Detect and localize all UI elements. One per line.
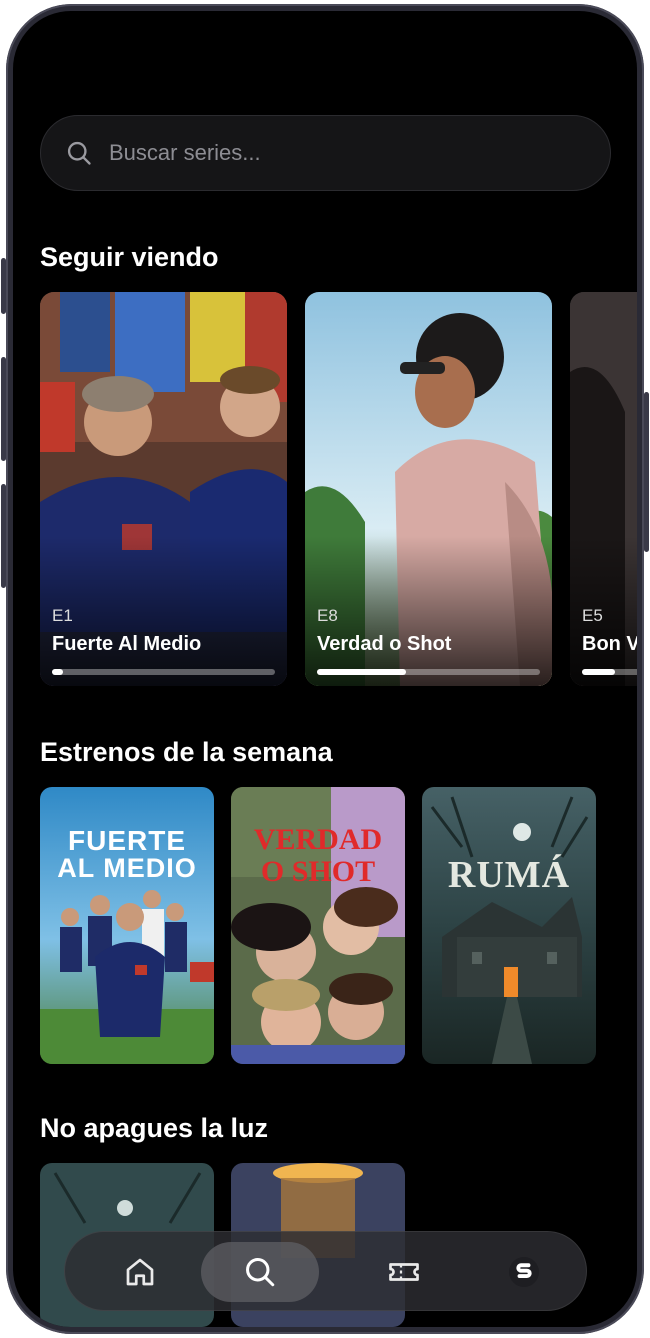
power-button — [644, 392, 649, 552]
ticket-icon — [389, 1263, 419, 1281]
poster-card[interactable]: VERDAD O SHOT — [231, 787, 405, 1064]
card-gradient — [40, 536, 287, 686]
progress-fill — [582, 669, 616, 675]
nav-search[interactable] — [201, 1242, 319, 1302]
card-gradient — [305, 536, 552, 686]
continue-watching-title: Seguir viendo — [40, 242, 219, 272]
search-bar[interactable] — [40, 115, 611, 191]
new-releases-title: Estrenos de la semana — [40, 737, 333, 767]
search-input[interactable] — [109, 140, 549, 166]
search-icon — [67, 141, 91, 165]
dont-turn-off-title: No apagues la luz — [40, 1113, 269, 1143]
brand-logo-icon — [509, 1257, 539, 1287]
poster-card[interactable]: RUMÁ — [422, 787, 596, 1064]
progress-bar — [52, 669, 275, 675]
card-title: Fuerte Al Medio — [52, 633, 202, 655]
continue-card[interactable]: E8 Verdad o Shot — [305, 292, 552, 686]
nav-tickets[interactable] — [345, 1242, 463, 1302]
volume-up-button — [1, 357, 6, 461]
poster-title: RUMÁ — [447, 854, 571, 896]
volume-down-button — [1, 484, 6, 588]
progress-fill — [52, 669, 64, 675]
search-icon — [246, 1258, 275, 1287]
poster-image — [422, 787, 596, 1064]
home-icon — [126, 1258, 154, 1286]
episode-label: E1 — [52, 606, 73, 625]
continue-card[interactable]: E1 Fuerte Al Medio — [40, 292, 287, 686]
card-title: Bon V — [582, 633, 637, 655]
nav-home[interactable] — [81, 1242, 199, 1302]
progress-bar — [582, 669, 637, 675]
episode-label: E8 — [317, 606, 338, 625]
card-title: Verdad o Shot — [317, 633, 452, 655]
poster-subtitle: AL MEDIO — [57, 853, 197, 883]
card-gradient — [570, 536, 637, 686]
progress-bar — [317, 669, 540, 675]
episode-label: E5 — [582, 606, 603, 625]
poster-title: VERDAD — [253, 823, 383, 856]
mute-switch — [1, 258, 6, 314]
poster-subtitle: O SHOT — [260, 855, 376, 888]
progress-fill — [317, 669, 407, 675]
app-screen: Seguir viendo E1 Fuerte Al Medio — [13, 11, 637, 1327]
poster-card[interactable]: FUERTE AL MEDIO — [40, 787, 214, 1064]
continue-card[interactable]: E5 Bon V — [570, 292, 637, 686]
nav-brand[interactable] — [465, 1242, 583, 1302]
bottom-nav — [64, 1231, 587, 1311]
